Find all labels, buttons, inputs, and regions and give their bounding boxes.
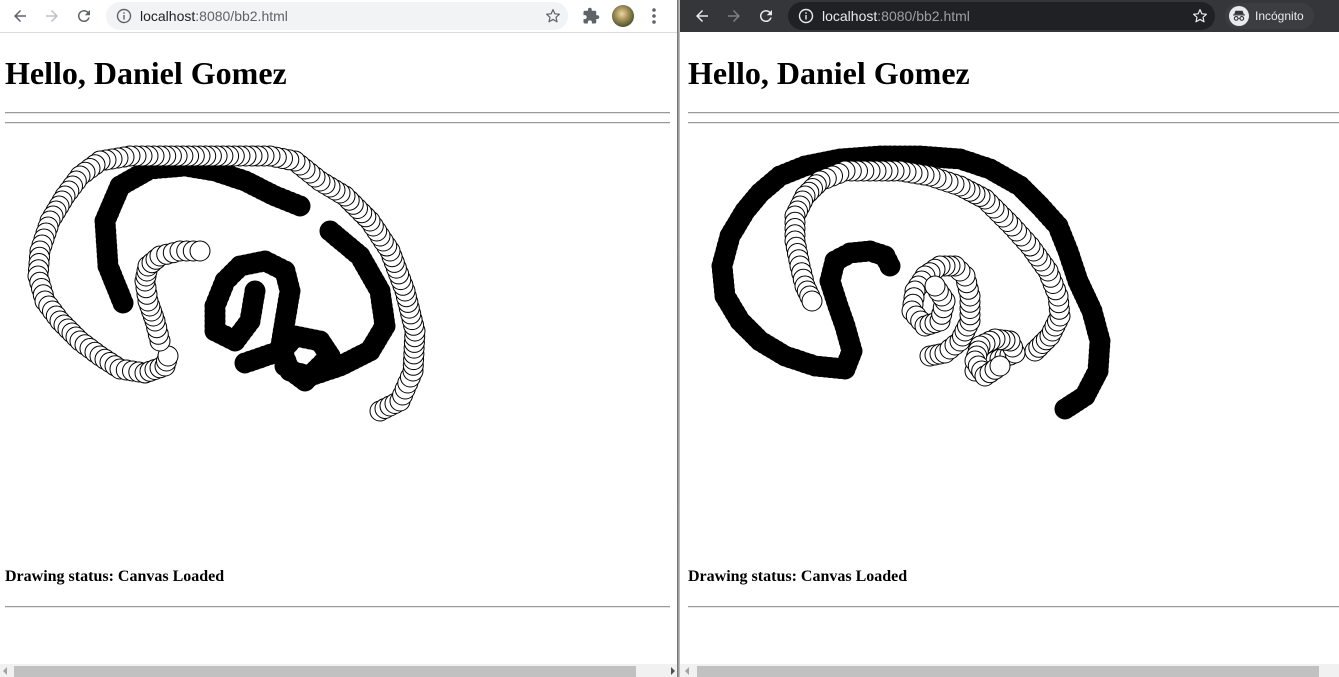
scroll-left-arrow-icon[interactable] xyxy=(3,667,7,675)
horizontal-rule xyxy=(688,606,1339,608)
brush-dot xyxy=(244,280,266,302)
address-bar[interactable]: localhost:8080/bb2.html xyxy=(788,2,1215,30)
horizontal-scrollbar[interactable] xyxy=(0,664,678,677)
forward-button[interactable] xyxy=(718,2,750,30)
reload-icon xyxy=(77,10,90,23)
url-host: localhost xyxy=(822,8,878,24)
browser-window-incognito: localhost:8080/bb2.html Incógnito Hello,… xyxy=(680,0,1339,677)
reload-button[interactable] xyxy=(68,2,100,30)
arrow-right-icon xyxy=(728,10,740,22)
horizontal-scrollbar[interactable] xyxy=(680,664,1339,677)
scroll-left-arrow-icon[interactable] xyxy=(685,667,689,675)
scroll-right-arrow-icon[interactable] xyxy=(671,667,675,675)
horizontal-rule xyxy=(688,112,1339,114)
more-menu-icon[interactable] xyxy=(646,7,662,25)
forward-button[interactable] xyxy=(36,2,68,30)
brush-dot xyxy=(879,255,901,277)
arrow-left-icon xyxy=(14,10,26,22)
horizontal-rule xyxy=(5,112,670,114)
browser-window-normal: localhost:8080/bb2.html Hello, Daniel Go… xyxy=(0,0,678,677)
extensions-puzzle-icon[interactable] xyxy=(582,7,600,25)
browser-toolbar: localhost:8080/bb2.html xyxy=(0,0,678,33)
incognito-badge[interactable]: Incógnito xyxy=(1225,3,1314,29)
black-circle-stroke xyxy=(94,155,311,314)
arrow-right-icon xyxy=(46,10,58,22)
page-content: Hello, Daniel Gomez Drawing status: Canv… xyxy=(680,33,1339,677)
drawing-status: Drawing status: Canvas Loaded xyxy=(5,568,225,585)
profile-avatar[interactable] xyxy=(612,5,634,27)
brush-dot xyxy=(189,240,211,262)
bookmark-star-icon[interactable] xyxy=(1191,7,1209,25)
reload-icon xyxy=(759,10,772,23)
horizontal-rule xyxy=(5,122,670,124)
scrollbar-thumb[interactable] xyxy=(697,666,1319,677)
incognito-label: Incógnito xyxy=(1255,9,1304,23)
page-heading: Hello, Daniel Gomez xyxy=(5,55,287,91)
drawing-canvas[interactable] xyxy=(5,125,665,545)
incognito-icon xyxy=(1229,6,1249,26)
back-button[interactable] xyxy=(686,2,718,30)
brush-dot xyxy=(289,195,311,217)
brush-dot xyxy=(801,290,823,312)
reload-button[interactable] xyxy=(750,2,782,30)
horizontal-rule xyxy=(688,122,1339,124)
white-circle-stroke xyxy=(964,328,1026,387)
url-host: localhost xyxy=(140,8,196,24)
arrow-left-icon xyxy=(696,10,708,22)
page-heading: Hello, Daniel Gomez xyxy=(688,55,970,91)
scrollbar-thumb[interactable] xyxy=(14,666,636,677)
browser-toolbar: localhost:8080/bb2.html Incógnito xyxy=(680,0,1339,32)
white-circle-stroke xyxy=(134,240,211,352)
url-path: :8080/bb2.html xyxy=(877,8,970,24)
info-icon[interactable] xyxy=(798,8,814,24)
url-text[interactable]: localhost:8080/bb2.html xyxy=(140,8,544,24)
url-path: :8080/bb2.html xyxy=(195,8,288,24)
horizontal-rule xyxy=(5,606,670,608)
bookmark-star-icon[interactable] xyxy=(544,7,562,25)
page-content: Hello, Daniel Gomez Drawing status: Canv… xyxy=(0,33,678,677)
drawing-canvas[interactable] xyxy=(688,125,1328,545)
black-circle-stroke xyxy=(204,250,301,374)
brush-dot xyxy=(989,355,1011,377)
brush-dot xyxy=(924,275,946,297)
drawing-status: Drawing status: Canvas Loaded xyxy=(688,568,908,585)
url-text[interactable]: localhost:8080/bb2.html xyxy=(822,8,1191,24)
back-button[interactable] xyxy=(4,2,36,30)
info-icon[interactable] xyxy=(116,8,132,24)
address-bar[interactable]: localhost:8080/bb2.html xyxy=(106,2,568,30)
